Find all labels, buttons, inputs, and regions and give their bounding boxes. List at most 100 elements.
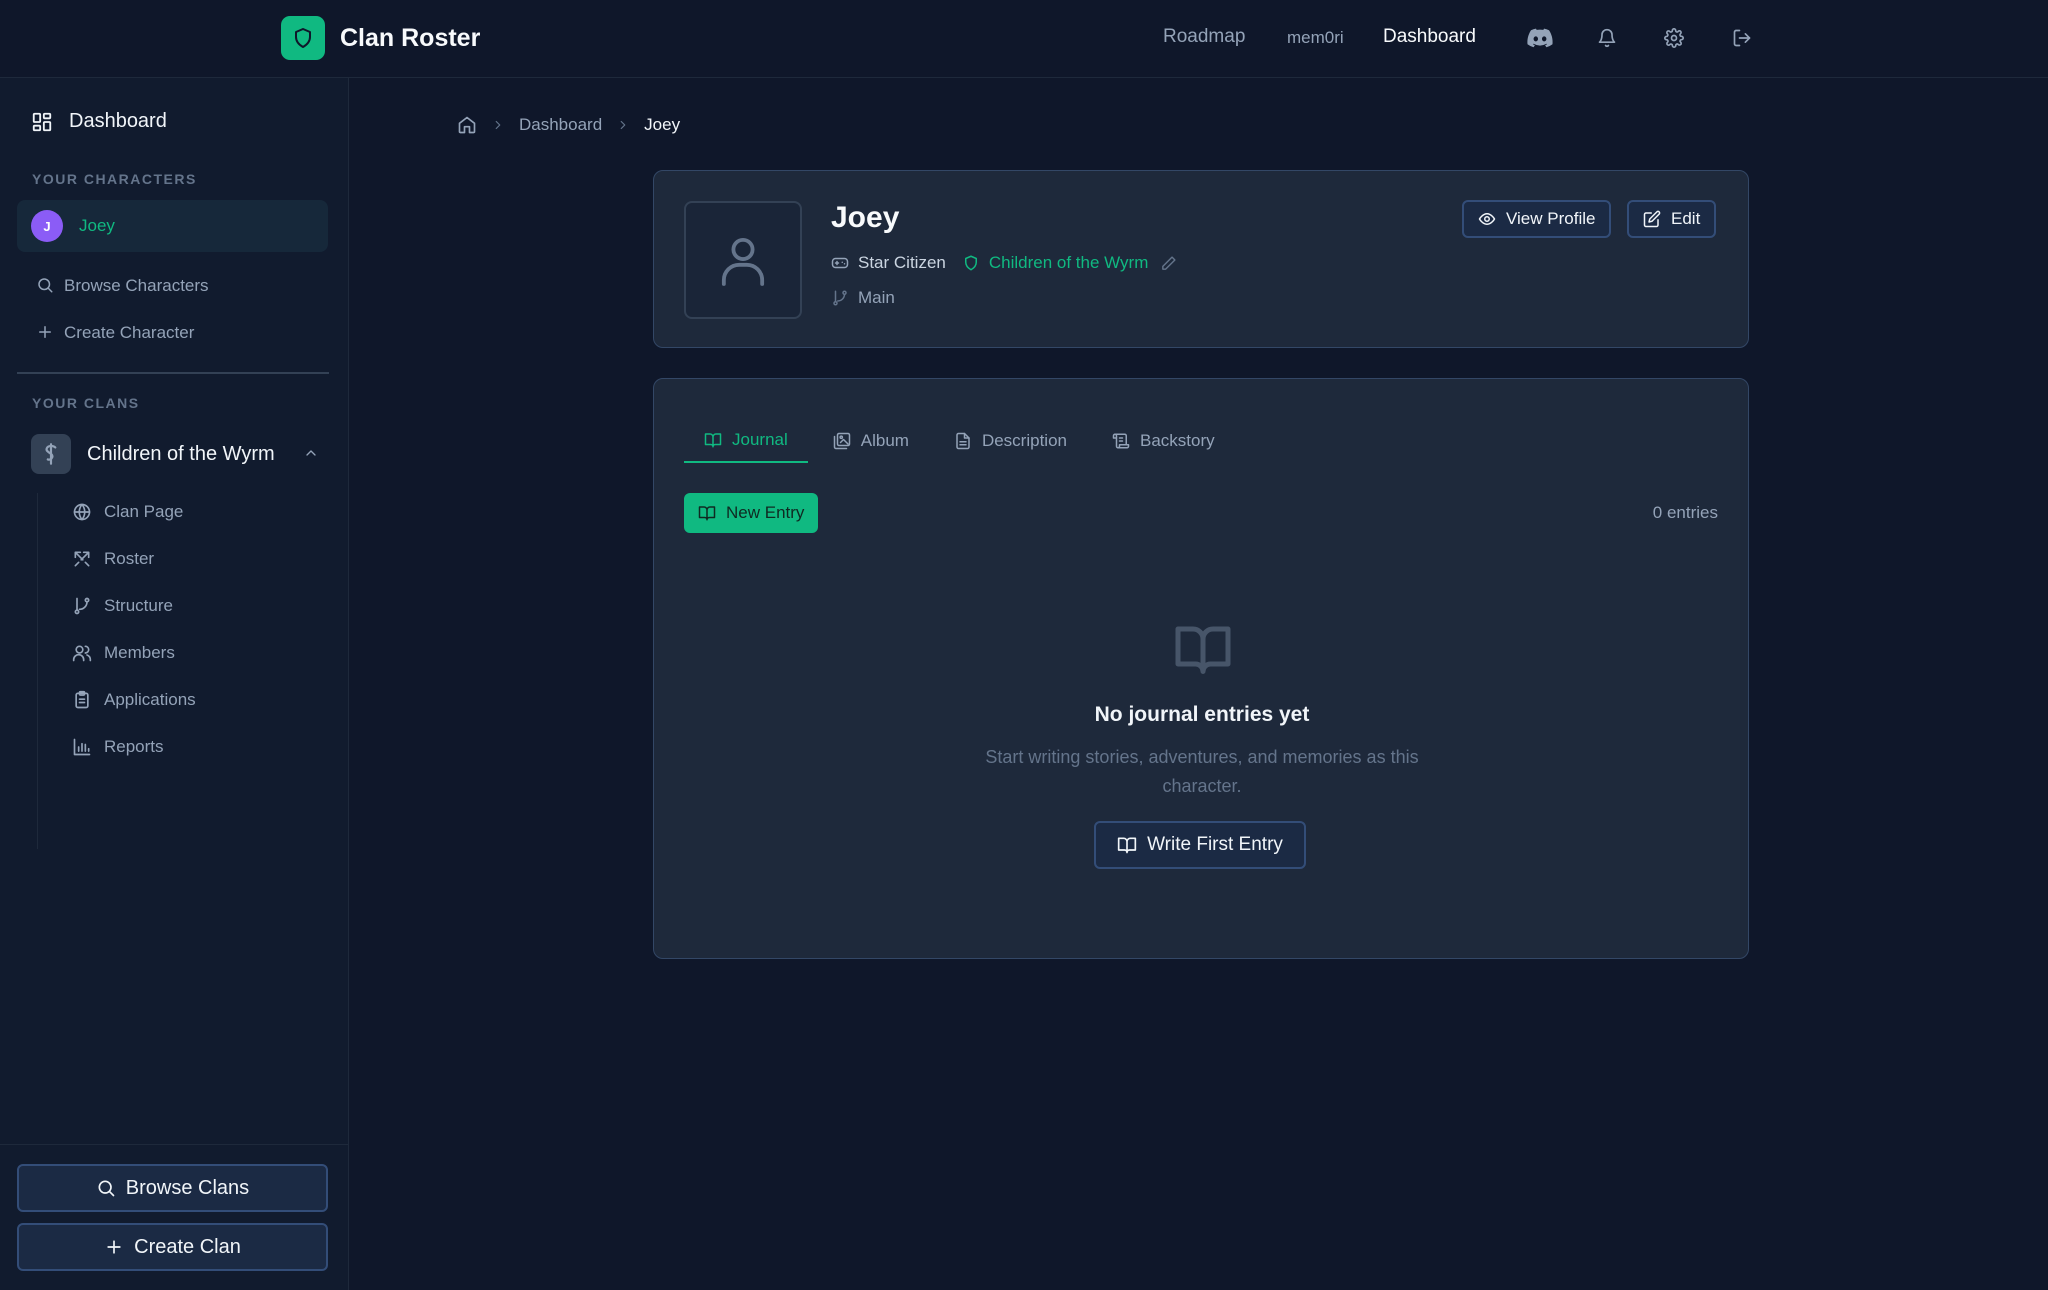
browse-characters-label: Browse Characters: [64, 276, 209, 295]
clans-heading: YOUR CLANS: [32, 395, 140, 411]
book-open-icon: [704, 431, 722, 449]
journal-card: Journal Album Description Backstory New …: [653, 378, 1749, 959]
clan-page-label: Clan Page: [104, 502, 184, 521]
game-name: Star Citizen: [858, 253, 946, 272]
file-text-icon: [954, 432, 972, 450]
character-profile-card: Joey Star Citizen Children of the Wyrm M…: [653, 170, 1749, 348]
user-placeholder-icon: [720, 234, 766, 286]
gamepad-icon: [831, 254, 849, 272]
eye-icon: [1478, 210, 1496, 228]
clan-emblem-icon: [31, 434, 71, 474]
tab-album[interactable]: Album: [813, 419, 929, 463]
shield-logo-icon: [281, 16, 325, 60]
character-name-title: Joey: [831, 201, 900, 234]
sidebar-footer-divider: [0, 1144, 349, 1145]
shield-icon: [962, 254, 980, 272]
breadcrumb-dashboard[interactable]: Dashboard: [519, 115, 602, 135]
tab-backstory-label: Backstory: [1140, 431, 1215, 450]
search-icon: [96, 1178, 116, 1198]
plus-icon: [36, 323, 56, 343]
globe-icon: [72, 502, 92, 522]
scroll-icon: [1112, 432, 1130, 450]
plus-icon: [104, 1237, 124, 1257]
role-label: Main: [858, 288, 895, 307]
create-character-label: Create Character: [64, 323, 195, 342]
new-entry-label: New Entry: [726, 503, 805, 522]
bell-icon[interactable]: [1594, 25, 1620, 51]
home-icon[interactable]: [457, 115, 477, 135]
empty-state-text: Start writing stories, adventures, and m…: [985, 747, 1419, 796]
avatar: J: [31, 210, 63, 242]
clan-toggle-children-of-the-wyrm[interactable]: Children of the Wyrm: [31, 434, 321, 474]
discord-icon[interactable]: [1527, 25, 1553, 51]
browse-clans-button[interactable]: Browse Clans: [17, 1164, 328, 1212]
book-open-icon: [698, 504, 716, 522]
browse-clans-label: Browse Clans: [125, 1176, 250, 1199]
clan-link[interactable]: Children of the Wyrm: [962, 253, 1149, 273]
sidebar-item-character-joey[interactable]: J Joey: [17, 200, 328, 252]
sidebar-item-create-character[interactable]: Create Character: [36, 323, 194, 343]
logout-icon[interactable]: [1729, 25, 1755, 51]
new-entry-button[interactable]: New Entry: [684, 493, 819, 533]
brand[interactable]: Clan Roster: [281, 16, 480, 60]
tab-album-label: Album: [860, 431, 909, 450]
swords-icon: [72, 549, 92, 569]
tab-journal-label: Journal: [732, 430, 788, 449]
roster-label: Roster: [104, 549, 155, 568]
entries-count: 0 entries: [1652, 503, 1718, 522]
clipboard-icon: [72, 690, 92, 710]
view-profile-label: View Profile: [1506, 209, 1596, 228]
branch-icon: [831, 289, 849, 307]
character-role: Main: [831, 288, 895, 308]
clan-link-label: Children of the Wyrm: [988, 253, 1149, 272]
bar-chart-icon: [72, 737, 92, 757]
structure-label: Structure: [104, 596, 173, 615]
tab-journal[interactable]: Journal: [684, 419, 808, 463]
sidebar-item-dashboard[interactable]: Dashboard: [31, 110, 167, 133]
tab-description[interactable]: Description: [934, 419, 1087, 463]
write-first-entry-label: Write First Entry: [1147, 834, 1283, 855]
clan-name: Children of the Wyrm: [87, 442, 275, 465]
pencil-icon[interactable]: [1160, 255, 1177, 272]
applications-label: Applications: [104, 690, 196, 709]
sidebar-item-applications[interactable]: Applications: [72, 690, 196, 710]
chevron-right-icon: [616, 118, 630, 132]
branch-icon: [72, 596, 92, 616]
members-label: Members: [104, 643, 175, 662]
create-clan-button[interactable]: Create Clan: [17, 1223, 328, 1271]
nav-roadmap[interactable]: Roadmap: [1163, 26, 1245, 48]
tab-backstory[interactable]: Backstory: [1092, 419, 1235, 463]
chevron-up-icon: [303, 445, 321, 463]
top-bar: Clan Roster Roadmap mem0ri Dashboard: [0, 0, 2048, 78]
breadcrumb-current: Joey: [644, 115, 681, 134]
chevron-right-icon: [491, 118, 505, 132]
nav-user[interactable]: mem0ri: [1287, 28, 1344, 48]
characters-heading: YOUR CHARACTERS: [32, 171, 197, 187]
edit-icon: [1643, 210, 1661, 228]
reports-label: Reports: [104, 737, 164, 756]
book-open-icon: [1117, 835, 1137, 855]
edit-button[interactable]: Edit: [1627, 200, 1717, 238]
nav-dashboard[interactable]: Dashboard: [1383, 26, 1476, 48]
character-name: Joey: [79, 216, 115, 235]
images-icon: [833, 432, 851, 450]
sidebar-item-members[interactable]: Members: [72, 643, 175, 663]
write-first-entry-button[interactable]: Write First Entry: [1094, 821, 1306, 869]
sidebar: Dashboard YOUR CHARACTERS J Joey Browse …: [0, 78, 349, 1290]
sidebar-item-roster[interactable]: Roster: [72, 549, 154, 569]
app-title: Clan Roster: [340, 23, 481, 52]
clan-tree-line: [37, 493, 38, 849]
breadcrumb: Dashboard Joey: [457, 115, 680, 135]
gear-icon[interactable]: [1661, 25, 1687, 51]
sidebar-item-browse-characters[interactable]: Browse Characters: [36, 276, 209, 296]
sidebar-item-structure[interactable]: Structure: [72, 596, 173, 616]
search-icon: [36, 276, 56, 296]
create-clan-label: Create Clan: [134, 1235, 241, 1258]
sidebar-dashboard-label: Dashboard: [69, 110, 167, 132]
book-open-icon: [1173, 619, 1233, 679]
sidebar-item-reports[interactable]: Reports: [72, 737, 164, 757]
view-profile-button[interactable]: View Profile: [1462, 200, 1612, 238]
dashboard-grid-icon: [31, 111, 53, 133]
sidebar-item-clan-page[interactable]: Clan Page: [72, 502, 183, 522]
character-tabs: Journal Album Description Backstory: [684, 419, 1240, 463]
